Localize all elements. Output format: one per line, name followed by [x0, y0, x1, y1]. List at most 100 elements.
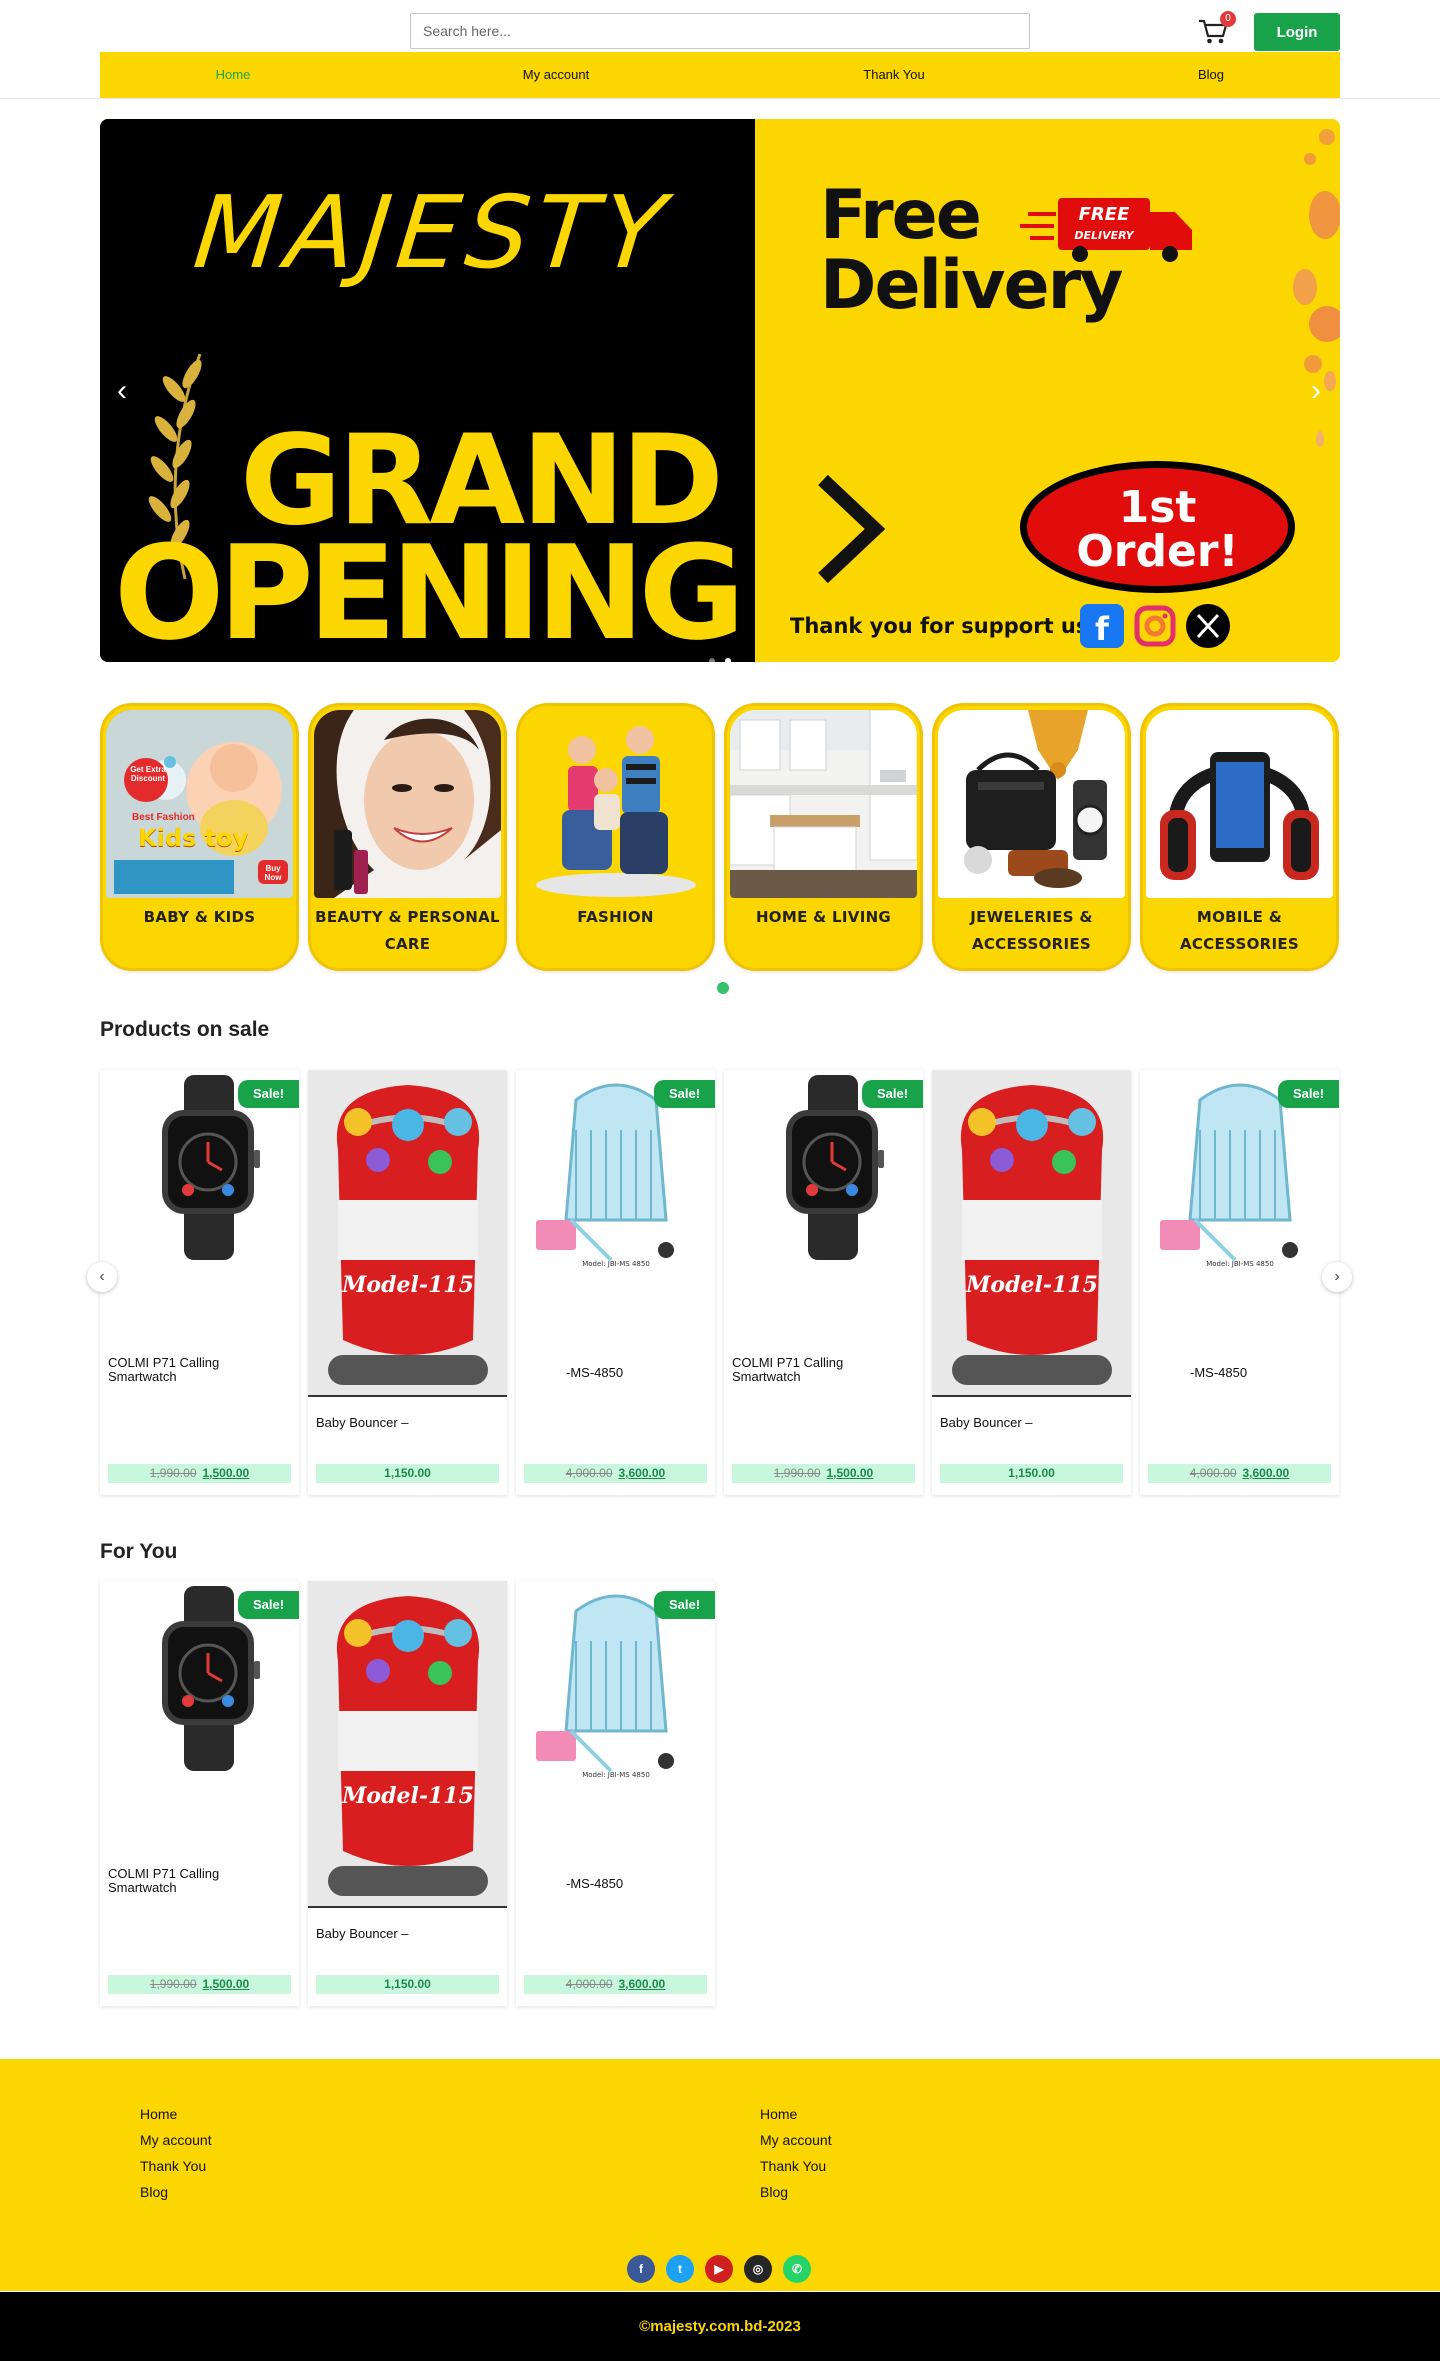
category-mobile-accessories[interactable]: MOBILE & ACCESSORIES — [1140, 703, 1339, 971]
hero-dot[interactable] — [709, 658, 715, 662]
category-label: JEWELERIES & ACCESSORIES — [970, 908, 1093, 953]
footer-link-blog[interactable]: Blog — [760, 2179, 832, 2205]
whatsapp-icon[interactable]: ✆ — [783, 2255, 811, 2283]
product-card[interactable]: Sale! COLMI P71 Calling Smartwatch 1,990.0… — [100, 1581, 299, 2006]
sale-price: 3,600.00 — [618, 1466, 666, 1480]
category-label: FASHION — [577, 908, 654, 926]
sale-price: 1,500.00 — [202, 1977, 250, 1991]
product-name[interactable]: -MS-4850 — [566, 1366, 715, 1380]
category-label: HOME & LIVING — [755, 908, 892, 926]
footer-link-my-account[interactable]: My account — [760, 2127, 832, 2153]
hero-next-arrow[interactable]: › — [1302, 376, 1330, 406]
hero-dot-active[interactable] — [725, 658, 731, 662]
support-thanks-text: Thank you for support us! — [790, 614, 1098, 638]
footer-link-home[interactable]: Home — [140, 2101, 212, 2127]
product-price: 4,000.00 3,600.00 — [524, 1975, 707, 1994]
nav-blog-link[interactable]: Blog — [1198, 52, 1224, 98]
original-price: 4,000.00 — [565, 1977, 613, 1991]
product-card[interactable]: Model: JBI-MS 4850 Sale! -MS-4850 4,000.00 3… — [516, 1581, 715, 2006]
instagram-icon — [1133, 604, 1177, 648]
category-fashion[interactable]: FASHION — [516, 703, 715, 971]
footer-link-home[interactable]: Home — [760, 2101, 832, 2127]
nav-thank-you-link[interactable]: Thank You — [863, 52, 924, 98]
product-card[interactable]: Sale! COLMI P71 Calling Smartwatch 1,990.0… — [100, 1070, 299, 1495]
instagram-icon[interactable]: ◎ — [744, 2255, 772, 2283]
product-name[interactable]: COLMI P71 Calling Smartwatch — [732, 1356, 862, 1384]
product-name[interactable]: -MS-4850 — [1190, 1366, 1339, 1380]
baby-bouncer-image[interactable]: Model-115 — [308, 1581, 507, 1906]
product-price: 1,150.00 — [316, 1464, 499, 1483]
site-footer: Home My account Thank You Blog Home My a… — [0, 2059, 1440, 2291]
sale-price: 1,150.00 — [384, 1977, 431, 1991]
product-card[interactable]: Model: JBI-MS 4850 Sale! -MS-4850 4,000.00 3… — [516, 1070, 715, 1495]
product-card[interactable]: Model: JBI-MS 4850 Sale! -MS-4850 4,000.00 3… — [1140, 1070, 1339, 1495]
original-price: 4,000.00 — [1189, 1466, 1237, 1480]
baby-bouncer-image[interactable]: Model-115 — [308, 1070, 507, 1395]
product-price: 4,000.00 3,600.00 — [524, 1464, 707, 1483]
kids-banner-cta: Buy Now — [264, 864, 282, 882]
footer-link-thank-you[interactable]: Thank You — [760, 2153, 832, 2179]
baby-bouncer-image[interactable]: Model-115 — [932, 1070, 1131, 1395]
hero-slider[interactable]: MAJESTY GRAND OPENING Free Delivery FREE… — [100, 119, 1340, 662]
category-carousel-dot[interactable] — [717, 982, 729, 994]
chevron-right-icon — [818, 474, 885, 584]
delivery-truck-icon: FREE DELIVERY — [1020, 198, 1192, 262]
hero-prev-arrow[interactable]: ‹ — [108, 376, 136, 406]
image-divider — [308, 1395, 507, 1397]
category-baby-kids[interactable]: Get Extra Discount Best Fashion Kids toy… — [100, 703, 299, 971]
grand-opening-panel: MAJESTY GRAND OPENING — [100, 119, 755, 662]
cart-count-badge: 0 — [1220, 11, 1236, 27]
product-card[interactable]: Model-115 Baby Bouncer – 1,150.00 — [308, 1581, 507, 2006]
product-name[interactable]: -MS-4850 — [566, 1877, 715, 1891]
copyright-bar: ©majesty.com.bd-2023 — [0, 2292, 1440, 2361]
products-on-sale-heading: Products on sale — [100, 1018, 270, 1041]
category-label: BEAUTY & PERSONAL CARE — [315, 908, 500, 953]
nav-home-link[interactable]: Home — [216, 52, 251, 98]
twitter-icon[interactable]: t — [666, 2255, 694, 2283]
sale-prev-arrow[interactable]: ‹ — [87, 1262, 117, 1292]
svg-text:DELIVERY: DELIVERY — [1074, 229, 1134, 242]
footer-link-thank-you[interactable]: Thank You — [140, 2153, 212, 2179]
sale-badge: Sale! — [654, 1080, 715, 1108]
image-divider — [308, 1906, 507, 1908]
footer-link-blog[interactable]: Blog — [140, 2179, 212, 2205]
category-home-living[interactable]: HOME & LIVING — [724, 703, 923, 971]
product-name[interactable]: Baby Bouncer – — [316, 1927, 496, 1941]
kids-discount-text: Get Extra Discount — [130, 765, 166, 783]
kids-banner-subtitle: Best Fashion — [132, 812, 195, 823]
footer-links-right: Home My account Thank You Blog — [760, 2101, 832, 2205]
product-name[interactable]: COLMI P71 Calling Smartwatch — [108, 1356, 238, 1384]
image-divider — [932, 1395, 1131, 1397]
product-price: 1,990.00 1,500.00 — [732, 1464, 915, 1483]
sale-next-arrow[interactable]: › — [1322, 1262, 1352, 1292]
category-beauty-personal-care[interactable]: BEAUTY & PERSONAL CARE — [308, 703, 507, 971]
login-button[interactable]: Login — [1254, 13, 1340, 51]
facebook-icon[interactable]: f — [627, 2255, 655, 2283]
sale-badge: Sale! — [238, 1591, 299, 1619]
product-name[interactable]: Baby Bouncer – — [316, 1416, 496, 1430]
category-jeweleries-accessories[interactable]: JEWELERIES & ACCESSORIES — [932, 703, 1131, 971]
opening-text: OPENING — [114, 517, 745, 662]
headphones-phone-image — [1146, 710, 1333, 898]
svg-text:Model: JBI-MS 4850: Model: JBI-MS 4850 — [582, 1260, 650, 1268]
product-card[interactable]: Sale! COLMI P71 Calling Smartwatch 1,990.0… — [724, 1070, 923, 1495]
svg-text:Model: JBI-MS 4850: Model: JBI-MS 4850 — [582, 1771, 650, 1779]
footer-link-my-account[interactable]: My account — [140, 2127, 212, 2153]
product-price: 1,150.00 — [316, 1975, 499, 1994]
smiling-woman-image — [314, 710, 501, 898]
product-name[interactable]: COLMI P71 Calling Smartwatch — [108, 1867, 238, 1895]
original-price: 1,990.00 — [149, 1977, 197, 1991]
hero-pagination — [704, 651, 736, 662]
sale-price: 3,600.00 — [618, 1977, 666, 1991]
page: 0 Login Home My account Thank You Blog M… — [0, 0, 1440, 2361]
search-input[interactable] — [410, 13, 1030, 49]
product-name[interactable]: Baby Bouncer – — [940, 1416, 1120, 1430]
product-card[interactable]: Model-115 Baby Bouncer – 1,150.00 — [308, 1070, 507, 1495]
nav-my-account-link[interactable]: My account — [523, 52, 589, 98]
product-card[interactable]: Model-115 Baby Bouncer – 1,150.00 — [932, 1070, 1131, 1495]
sale-price: 3,600.00 — [1242, 1466, 1290, 1480]
sale-badge: Sale! — [654, 1591, 715, 1619]
youtube-icon[interactable]: ▶ — [705, 2255, 733, 2283]
bag-watch-jewelry-image — [938, 710, 1125, 898]
x-twitter-icon — [1186, 604, 1230, 648]
